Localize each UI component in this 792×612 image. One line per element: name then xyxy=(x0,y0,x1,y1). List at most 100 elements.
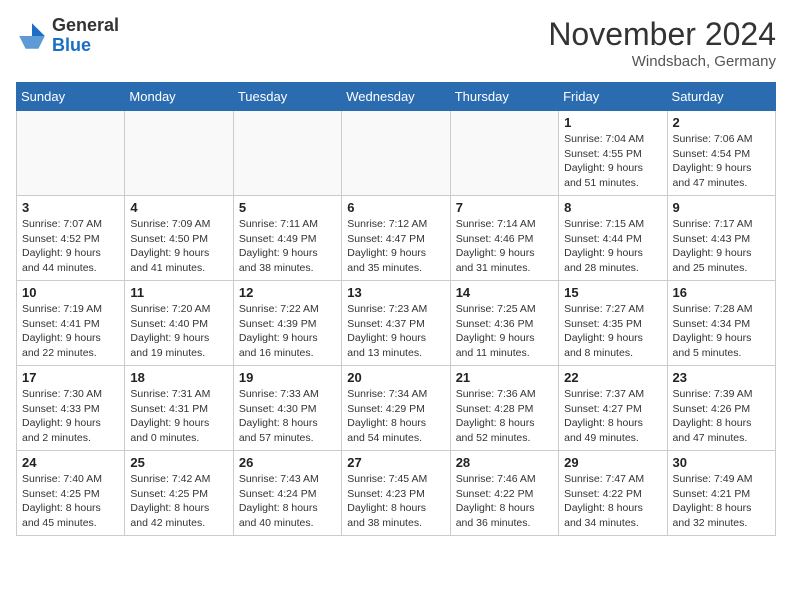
day-number: 25 xyxy=(130,455,227,470)
day-info: Sunrise: 7:17 AM Sunset: 4:43 PM Dayligh… xyxy=(673,217,770,276)
calendar-cell: 24 Sunrise: 7:40 AM Sunset: 4:25 PM Dayli… xyxy=(17,451,125,536)
day-info: Sunrise: 7:37 AM Sunset: 4:27 PM Dayligh… xyxy=(564,387,661,446)
logo-text: General Blue xyxy=(52,16,119,56)
calendar-cell xyxy=(233,111,341,196)
calendar-cell xyxy=(342,111,450,196)
day-info: Sunrise: 7:39 AM Sunset: 4:26 PM Dayligh… xyxy=(673,387,770,446)
calendar-cell: 22 Sunrise: 7:37 AM Sunset: 4:27 PM Dayli… xyxy=(559,366,667,451)
day-info: Sunrise: 7:22 AM Sunset: 4:39 PM Dayligh… xyxy=(239,302,336,361)
calendar-cell: 27Sunrise: 7:45 AM Sunset: 4:23 PM Dayli… xyxy=(342,451,450,536)
day-number: 5 xyxy=(239,200,336,215)
weekday-header-tuesday: Tuesday xyxy=(233,83,341,111)
calendar-cell: 30 Sunrise: 7:49 AM Sunset: 4:21 PM Dayli… xyxy=(667,451,775,536)
day-number: 18 xyxy=(130,370,227,385)
weekday-header-wednesday: Wednesday xyxy=(342,83,450,111)
day-info: Sunrise: 7:06 AM Sunset: 4:54 PM Dayligh… xyxy=(673,132,770,191)
page-header: General Blue November 2024 Windsbach, Ge… xyxy=(16,16,776,70)
day-info: Sunrise: 7:49 AM Sunset: 4:21 PM Dayligh… xyxy=(673,472,770,531)
calendar-cell: 10 Sunrise: 7:19 AM Sunset: 4:41 PM Dayli… xyxy=(17,281,125,366)
calendar-cell: 11 Sunrise: 7:20 AM Sunset: 4:40 PM Dayli… xyxy=(125,281,233,366)
day-info: Sunrise: 7:40 AM Sunset: 4:25 PM Dayligh… xyxy=(22,472,119,531)
day-number: 6 xyxy=(347,200,444,215)
day-info: Sunrise: 7:27 AM Sunset: 4:35 PM Dayligh… xyxy=(564,302,661,361)
logo-general: General xyxy=(52,15,119,35)
calendar-cell xyxy=(125,111,233,196)
day-info: Sunrise: 7:04 AM Sunset: 4:55 PM Dayligh… xyxy=(564,132,661,191)
weekday-header-sunday: Sunday xyxy=(17,83,125,111)
week-row-2: 3 Sunrise: 7:07 AM Sunset: 4:52 PM Daylig… xyxy=(17,196,776,281)
logo-icon xyxy=(16,20,48,52)
weekday-header-friday: Friday xyxy=(559,83,667,111)
calendar-cell: 18 Sunrise: 7:31 AM Sunset: 4:31 PM Dayli… xyxy=(125,366,233,451)
day-info: Sunrise: 7:25 AM Sunset: 4:36 PM Dayligh… xyxy=(456,302,553,361)
day-number: 14 xyxy=(456,285,553,300)
calendar-cell: 23 Sunrise: 7:39 AM Sunset: 4:26 PM Dayli… xyxy=(667,366,775,451)
day-number: 15 xyxy=(564,285,661,300)
calendar-cell: 21 Sunrise: 7:36 AM Sunset: 4:28 PM Dayli… xyxy=(450,366,558,451)
calendar-cell: 2Sunrise: 7:06 AM Sunset: 4:54 PM Daylig… xyxy=(667,111,775,196)
calendar-cell: 16 Sunrise: 7:28 AM Sunset: 4:34 PM Dayli… xyxy=(667,281,775,366)
calendar-cell: 8Sunrise: 7:15 AM Sunset: 4:44 PM Daylig… xyxy=(559,196,667,281)
week-row-3: 10 Sunrise: 7:19 AM Sunset: 4:41 PM Dayli… xyxy=(17,281,776,366)
day-info: Sunrise: 7:15 AM Sunset: 4:44 PM Dayligh… xyxy=(564,217,661,276)
logo: General Blue xyxy=(16,16,119,56)
calendar-cell: 15 Sunrise: 7:27 AM Sunset: 4:35 PM Dayli… xyxy=(559,281,667,366)
day-info: Sunrise: 7:07 AM Sunset: 4:52 PM Dayligh… xyxy=(22,217,119,276)
calendar-cell: 13Sunrise: 7:23 AM Sunset: 4:37 PM Dayli… xyxy=(342,281,450,366)
calendar-cell xyxy=(450,111,558,196)
day-number: 29 xyxy=(564,455,661,470)
day-info: Sunrise: 7:34 AM Sunset: 4:29 PM Dayligh… xyxy=(347,387,444,446)
day-number: 20 xyxy=(347,370,444,385)
day-number: 16 xyxy=(673,285,770,300)
calendar-cell: 6 Sunrise: 7:12 AM Sunset: 4:47 PM Daylig… xyxy=(342,196,450,281)
day-number: 24 xyxy=(22,455,119,470)
day-number: 4 xyxy=(130,200,227,215)
week-row-5: 24 Sunrise: 7:40 AM Sunset: 4:25 PM Dayli… xyxy=(17,451,776,536)
day-info: Sunrise: 7:36 AM Sunset: 4:28 PM Dayligh… xyxy=(456,387,553,446)
day-number: 10 xyxy=(22,285,119,300)
calendar-cell: 26Sunrise: 7:43 AM Sunset: 4:24 PM Dayli… xyxy=(233,451,341,536)
day-number: 9 xyxy=(673,200,770,215)
day-info: Sunrise: 7:14 AM Sunset: 4:46 PM Dayligh… xyxy=(456,217,553,276)
day-info: Sunrise: 7:31 AM Sunset: 4:31 PM Dayligh… xyxy=(130,387,227,446)
day-number: 1 xyxy=(564,115,661,130)
calendar-cell: 7Sunrise: 7:14 AM Sunset: 4:46 PM Daylig… xyxy=(450,196,558,281)
day-info: Sunrise: 7:19 AM Sunset: 4:41 PM Dayligh… xyxy=(22,302,119,361)
day-number: 3 xyxy=(22,200,119,215)
day-number: 22 xyxy=(564,370,661,385)
calendar-cell: 28Sunrise: 7:46 AM Sunset: 4:22 PM Dayli… xyxy=(450,451,558,536)
day-number: 27 xyxy=(347,455,444,470)
month-title: November 2024 xyxy=(548,16,776,53)
day-info: Sunrise: 7:11 AM Sunset: 4:49 PM Dayligh… xyxy=(239,217,336,276)
day-number: 19 xyxy=(239,370,336,385)
calendar-cell xyxy=(17,111,125,196)
calendar-cell: 29Sunrise: 7:47 AM Sunset: 4:22 PM Dayli… xyxy=(559,451,667,536)
day-info: Sunrise: 7:30 AM Sunset: 4:33 PM Dayligh… xyxy=(22,387,119,446)
calendar-cell: 3 Sunrise: 7:07 AM Sunset: 4:52 PM Daylig… xyxy=(17,196,125,281)
calendar-cell: 5 Sunrise: 7:11 AM Sunset: 4:49 PM Daylig… xyxy=(233,196,341,281)
day-info: Sunrise: 7:42 AM Sunset: 4:25 PM Dayligh… xyxy=(130,472,227,531)
weekday-header-thursday: Thursday xyxy=(450,83,558,111)
calendar-cell: 12 Sunrise: 7:22 AM Sunset: 4:39 PM Dayli… xyxy=(233,281,341,366)
day-number: 21 xyxy=(456,370,553,385)
week-row-1: 1 Sunrise: 7:04 AM Sunset: 4:55 PM Daylig… xyxy=(17,111,776,196)
calendar: SundayMondayTuesdayWednesdayThursdayFrid… xyxy=(16,82,776,536)
day-number: 30 xyxy=(673,455,770,470)
day-info: Sunrise: 7:23 AM Sunset: 4:37 PM Dayligh… xyxy=(347,302,444,361)
day-info: Sunrise: 7:20 AM Sunset: 4:40 PM Dayligh… xyxy=(130,302,227,361)
calendar-cell: 17 Sunrise: 7:30 AM Sunset: 4:33 PM Dayli… xyxy=(17,366,125,451)
calendar-cell: 14 Sunrise: 7:25 AM Sunset: 4:36 PM Dayli… xyxy=(450,281,558,366)
calendar-cell: 1 Sunrise: 7:04 AM Sunset: 4:55 PM Daylig… xyxy=(559,111,667,196)
day-info: Sunrise: 7:09 AM Sunset: 4:50 PM Dayligh… xyxy=(130,217,227,276)
calendar-cell: 4 Sunrise: 7:09 AM Sunset: 4:50 PM Daylig… xyxy=(125,196,233,281)
day-number: 17 xyxy=(22,370,119,385)
day-info: Sunrise: 7:12 AM Sunset: 4:47 PM Dayligh… xyxy=(347,217,444,276)
day-info: Sunrise: 7:43 AM Sunset: 4:24 PM Dayligh… xyxy=(239,472,336,531)
weekday-header-monday: Monday xyxy=(125,83,233,111)
day-number: 12 xyxy=(239,285,336,300)
calendar-cell: 9 Sunrise: 7:17 AM Sunset: 4:43 PM Daylig… xyxy=(667,196,775,281)
day-number: 11 xyxy=(130,285,227,300)
day-info: Sunrise: 7:28 AM Sunset: 4:34 PM Dayligh… xyxy=(673,302,770,361)
day-number: 23 xyxy=(673,370,770,385)
week-row-4: 17 Sunrise: 7:30 AM Sunset: 4:33 PM Dayli… xyxy=(17,366,776,451)
